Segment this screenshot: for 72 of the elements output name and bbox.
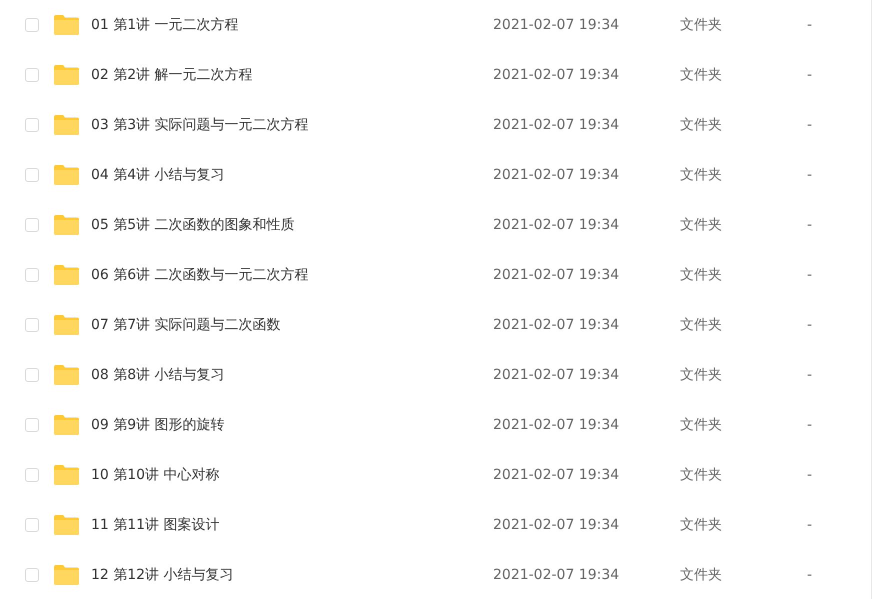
file-type: 文件夹 [680, 566, 723, 584]
modified-date: 2021-02-07 19:34 [493, 317, 620, 333]
file-name[interactable]: 08 第8讲 小结与复习 [91, 366, 493, 384]
checkbox[interactable] [25, 518, 39, 532]
modified-date: 2021-02-07 19:34 [493, 67, 620, 83]
checkbox[interactable] [25, 568, 39, 582]
file-name[interactable]: 01 第1讲 一元二次方程 [91, 16, 493, 34]
folder-icon [54, 315, 79, 335]
modified-date: 2021-02-07 19:34 [493, 117, 620, 133]
file-type: 文件夹 [680, 116, 723, 134]
checkbox[interactable] [25, 68, 39, 82]
file-size: - [807, 517, 812, 533]
file-type: 文件夹 [680, 16, 723, 34]
file-name[interactable]: 09 第9讲 图形的旋转 [91, 416, 493, 434]
folder-icon [54, 465, 79, 485]
checkbox[interactable] [25, 418, 39, 432]
file-size: - [807, 317, 812, 333]
modified-date: 2021-02-07 19:34 [493, 517, 620, 533]
file-name[interactable]: 11 第11讲 图案设计 [91, 516, 493, 534]
modified-date: 2021-02-07 19:34 [493, 167, 620, 183]
checkbox[interactable] [25, 318, 39, 332]
folder-icon [54, 265, 79, 285]
checkbox[interactable] [25, 268, 39, 282]
file-size: - [807, 567, 812, 583]
file-size: - [807, 467, 812, 483]
file-name[interactable]: 10 第10讲 中心对称 [91, 466, 493, 484]
file-type: 文件夹 [680, 316, 723, 334]
checkbox[interactable] [25, 218, 39, 232]
file-name[interactable]: 04 第4讲 小结与复习 [91, 166, 493, 184]
modified-date: 2021-02-07 19:34 [493, 367, 620, 383]
file-type: 文件夹 [680, 466, 723, 484]
modified-date: 2021-02-07 19:34 [493, 467, 620, 483]
file-name[interactable]: 06 第6讲 二次函数与一元二次方程 [91, 266, 493, 284]
file-size: - [807, 167, 812, 183]
file-size: - [807, 217, 812, 233]
folder-icon [54, 165, 79, 185]
folder-icon [54, 565, 79, 585]
modified-date: 2021-02-07 19:34 [493, 217, 620, 233]
folder-icon [54, 115, 79, 135]
folder-icon [54, 15, 79, 35]
folder-icon [54, 215, 79, 235]
checkbox[interactable] [25, 168, 39, 182]
modified-date: 2021-02-07 19:34 [493, 567, 620, 583]
checkbox[interactable] [25, 468, 39, 482]
file-name[interactable]: 05 第5讲 二次函数的图象和性质 [91, 216, 493, 234]
modified-date: 2021-02-07 19:34 [493, 17, 620, 33]
checkbox[interactable] [25, 118, 39, 132]
checkbox[interactable] [25, 18, 39, 32]
file-type: 文件夹 [680, 366, 723, 384]
file-name[interactable]: 12 第12讲 小结与复习 [91, 566, 493, 584]
file-size: - [807, 17, 812, 33]
file-size: - [807, 67, 812, 83]
file-name[interactable]: 07 第7讲 实际问题与二次函数 [91, 316, 493, 334]
file-type: 文件夹 [680, 416, 723, 434]
file-size: - [807, 367, 812, 383]
file-type: 文件夹 [680, 516, 723, 534]
folder-icon [54, 415, 79, 435]
file-size: - [807, 117, 812, 133]
file-type: 文件夹 [680, 166, 723, 184]
modified-date: 2021-02-07 19:34 [493, 417, 620, 433]
folder-icon [54, 65, 79, 85]
file-size: - [807, 267, 812, 283]
file-type: 文件夹 [680, 216, 723, 234]
checkbox[interactable] [25, 368, 39, 382]
file-name[interactable]: 03 第3讲 实际问题与一元二次方程 [91, 116, 493, 134]
folder-icon [54, 515, 79, 535]
modified-date: 2021-02-07 19:34 [493, 267, 620, 283]
folder-icon [54, 365, 79, 385]
file-type: 文件夹 [680, 266, 723, 284]
file-type: 文件夹 [680, 66, 723, 84]
file-size: - [807, 417, 812, 433]
file-name[interactable]: 02 第2讲 解一元二次方程 [91, 66, 493, 84]
